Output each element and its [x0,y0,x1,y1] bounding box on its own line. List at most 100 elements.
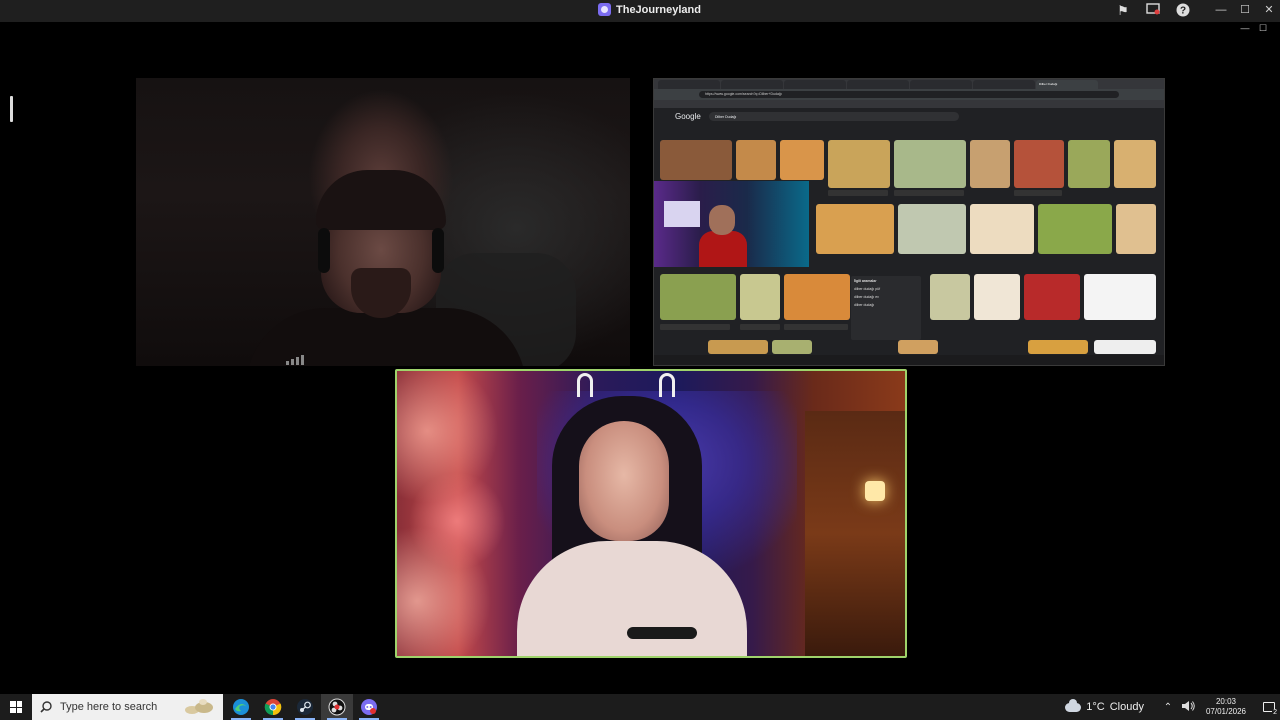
image-result[interactable] [740,274,780,320]
image-result[interactable] [970,140,1010,188]
volume-icon[interactable] [1180,700,1196,715]
image-caption [828,190,888,196]
streamer-face [709,205,735,235]
svg-text:?: ? [1180,6,1186,17]
screen-share-tile[interactable]: Dilber Dudağı https://www.google.com/sea… [653,78,1165,366]
url-field[interactable]: https://www.google.com/search?q=Dilber+D… [699,91,1119,98]
host-video-tile[interactable] [136,78,630,366]
clock-time: 20:03 [1215,697,1236,706]
image-result[interactable] [660,274,736,320]
browser-tab[interactable] [973,80,1035,89]
discord-icon[interactable] [353,694,385,720]
candle [865,481,885,501]
image-result[interactable] [736,140,776,180]
image-result[interactable] [894,140,966,188]
minimize-button[interactable]: — [1210,2,1232,18]
related-searches-panel: İlgili aramalar dilber dudağı püf dilber… [851,276,921,340]
image-result[interactable] [1038,204,1112,254]
clock[interactable]: 20:03 07/01/2026 [1206,697,1246,717]
steam-icon[interactable] [289,694,321,720]
clock-date: 07/01/2026 [1205,707,1246,716]
image-result[interactable] [1114,140,1156,188]
shared-screen-taskbar [654,355,1164,365]
taskbar-search[interactable]: Type here to search [32,694,223,720]
image-result[interactable] [930,274,970,320]
edge-icon[interactable] [225,694,257,720]
weather-condition: Cloudy [1109,701,1144,713]
cat-ear-headphones-icon [577,373,677,399]
image-result[interactable] [816,204,894,254]
windows-taskbar: Type here to search 1°C Cloudy ⌃ 20:03 0… [0,694,1280,720]
related-item[interactable]: dilber dudağı püf [854,287,918,291]
image-caption [660,324,730,330]
image-caption [1014,190,1062,196]
browser-tab[interactable] [847,80,909,89]
streamer-shirt [699,231,747,267]
image-result[interactable] [974,274,1020,320]
microphone-icon [627,627,697,639]
image-result[interactable] [1116,204,1156,254]
host-hair [316,170,446,230]
obs-icon[interactable] [321,694,353,720]
window-title-text: TheJourneyland [616,3,701,16]
shelf [805,411,905,656]
related-header: İlgili aramalar [854,279,877,283]
app-logo-icon [598,3,611,16]
google-search-input[interactable]: Dilber Dudağı [709,112,959,121]
windows-logo-icon [10,701,22,713]
chrome-icon[interactable] [257,694,289,720]
search-highlight-icon [183,698,217,716]
browser-tab[interactable] [910,80,972,89]
notification-count: 2 [1272,709,1278,716]
window-title: TheJourneyland [598,3,701,16]
flag-icon[interactable]: ⚑ [1115,3,1131,19]
broadcast-icon[interactable] [1145,3,1161,19]
related-item[interactable]: dilber dudağı [854,303,918,307]
related-item[interactable]: dilber dudağı ev [854,295,918,299]
weather-widget[interactable]: 1°C Cloudy [1065,698,1144,713]
image-result[interactable] [1014,140,1064,188]
image-result[interactable] [828,140,890,188]
guest-face [579,421,669,541]
cloud-icon [1065,698,1082,712]
search-icon [40,701,52,713]
app-titlebar: TheJourneyland ⚑ ? — ☐ ✕ [0,0,1280,22]
image-result[interactable] [784,274,850,320]
image-result[interactable] [898,204,966,254]
start-button[interactable] [0,694,32,720]
google-logo[interactable]: Google [675,112,701,121]
browser-tab[interactable] [658,80,720,89]
browser-tab[interactable] [784,80,846,89]
image-result[interactable] [780,140,824,180]
bookmarks-bar [654,100,1164,108]
help-icon[interactable]: ? [1175,3,1191,19]
image-caption [784,324,848,330]
image-caption [740,324,780,330]
system-tray: 1°C Cloudy ⌃ 20:03 07/01/2026 2 [1065,694,1280,720]
image-result[interactable] [1028,340,1088,354]
maximize-button[interactable]: ☐ [1234,2,1256,18]
image-result[interactable] [1084,274,1156,320]
guest-video-tile[interactable] [395,369,907,658]
image-result[interactable] [1024,274,1080,320]
image-result[interactable] [1094,340,1156,354]
image-result[interactable] [660,140,732,180]
browser-address-bar: https://www.google.com/search?q=Dilber+D… [654,89,1164,100]
close-button[interactable]: ✕ [1258,2,1280,18]
notification-center-button[interactable]: 2 [1258,694,1280,720]
browser-tab-active[interactable]: Dilber Dudağı [1036,80,1098,89]
image-result[interactable] [708,340,768,354]
fairy-lights [397,371,507,656]
image-result[interactable] [898,340,938,354]
headset-icon [432,228,444,273]
browser-tab-strip: Dilber Dudağı [654,79,1164,89]
sidebar-handle[interactable] [10,96,13,122]
image-result[interactable] [970,204,1034,254]
image-caption [894,190,964,196]
image-result[interactable] [772,340,812,354]
streamer-webcam-inset [654,181,809,267]
monitor-in-webcam [664,201,700,227]
chevron-up-icon[interactable]: ⌃ [1160,702,1176,713]
browser-tab[interactable] [721,80,783,89]
image-result[interactable] [1068,140,1110,188]
